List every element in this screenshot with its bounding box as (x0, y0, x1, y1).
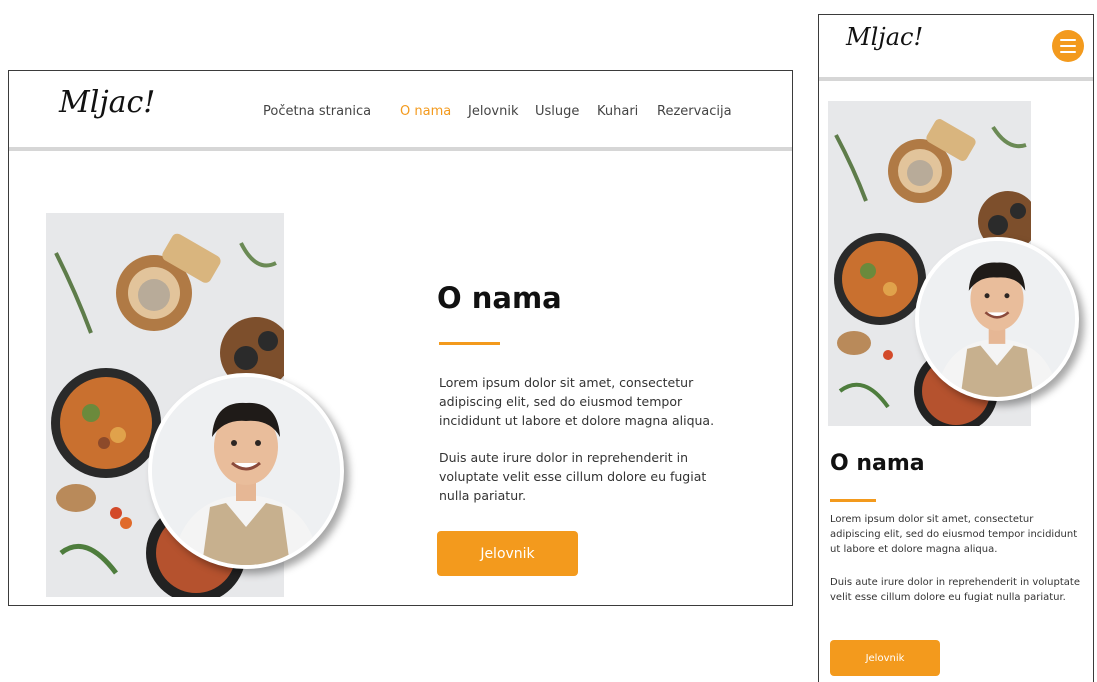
desktop-mockup: Mljac! Početna stranica O nama Jelovnik … (8, 70, 793, 606)
nav-item-menu[interactable]: Jelovnik (468, 104, 518, 119)
hamburger-menu-icon[interactable] (1052, 30, 1084, 62)
secondary-paragraph: Duis aute irure dolor in reprehenderit i… (439, 450, 707, 503)
section-title: O nama (830, 451, 925, 476)
mobile-header: Mljac! (819, 15, 1093, 81)
nav-item-home[interactable]: Početna stranica (263, 104, 371, 119)
brand-logo[interactable]: Mljac! (846, 23, 923, 51)
intro-paragraph: Lorem ipsum dolor sit amet, consectetur … (830, 514, 1078, 555)
nav-item-services[interactable]: Usluge (535, 104, 579, 119)
nav-item-reservation[interactable]: Rezervacija (657, 104, 732, 119)
chef-portrait (915, 237, 1079, 401)
intro-paragraph: Lorem ipsum dolor sit amet, consectetur … (439, 375, 715, 428)
menu-button[interactable]: Jelovnik (437, 531, 578, 576)
secondary-paragraph: Duis aute irure dolor in reprehenderit i… (830, 577, 1080, 603)
chef-portrait (148, 373, 344, 569)
mobile-mockup: Mljac! O nama Lorem ipsum dolor sit amet… (818, 14, 1094, 682)
brand-logo[interactable]: Mljac! (59, 85, 155, 120)
nav-item-chefs[interactable]: Kuhari (597, 104, 638, 119)
desktop-header: Mljac! Početna stranica O nama Jelovnik … (9, 71, 792, 151)
section-title: O nama (437, 281, 562, 315)
title-underline (439, 342, 500, 345)
nav-item-about[interactable]: O nama (400, 104, 451, 119)
menu-button[interactable]: Jelovnik (830, 640, 940, 676)
title-underline (830, 499, 876, 502)
